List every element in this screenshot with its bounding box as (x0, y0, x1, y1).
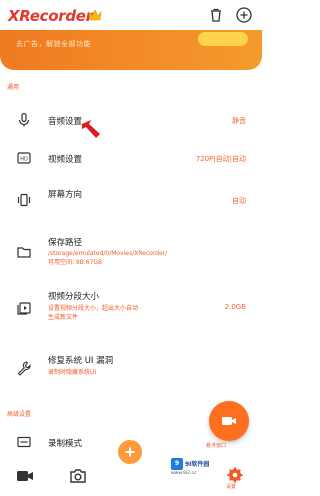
setting-segment-size-title: 视频分段大小 (48, 292, 100, 302)
setting-fix-system-ui[interactable]: 修复系统 UI 漏洞 录制时隐藏系统UI (0, 352, 262, 382)
promo-banner[interactable]: 去广告，解锁全部功能 (0, 30, 262, 70)
crown-icon[interactable] (88, 9, 102, 21)
red-arrow-pointer (82, 120, 100, 138)
app-title: XRecorder (8, 7, 93, 25)
top-bar: XRecorder (0, 0, 262, 32)
banner-button[interactable] (198, 32, 248, 46)
video-split-icon (17, 302, 31, 315)
folder-icon (17, 247, 31, 258)
setting-segment-size-desc1: 设置视频分段大小，超出大小自动 (48, 305, 139, 312)
record-button[interactable] (118, 440, 142, 464)
record-mode-icon (17, 436, 31, 448)
setting-save-path-path: /storage/emulated/0/Movies/XRecorder/ (48, 250, 168, 257)
screen-rotation-icon (17, 193, 31, 207)
section-advanced: 高级设置 (7, 411, 32, 418)
svg-text:HD: HD (20, 157, 28, 163)
setting-audio-title: 音频设置 (48, 117, 83, 127)
floating-window-button[interactable] (209, 401, 249, 441)
settings-icon[interactable] (226, 466, 244, 484)
setting-segment-size-desc2: 生成新文件 (48, 314, 79, 321)
camera-icon[interactable] (69, 468, 87, 484)
camera-fab-icon (222, 417, 236, 425)
setting-video-title: 视频设置 (48, 155, 83, 165)
video-icon[interactable] (16, 469, 34, 483)
setting-fix-system-ui-desc: 录制时隐藏系统UI (48, 369, 97, 376)
nav-settings-label: 设置 (226, 484, 237, 490)
trash-icon[interactable] (207, 6, 225, 24)
watermark-text: 9I软件园 (185, 461, 210, 468)
watermark: 9 9I软件园 www.9i2.cc (171, 458, 219, 480)
setting-orientation-title: 屏幕方向 (48, 190, 83, 200)
record-icon (125, 447, 135, 457)
setting-fix-system-ui-title: 修复系统 UI 漏洞 (48, 356, 114, 366)
fab-label: 悬浮窗口 (206, 443, 227, 449)
add-icon[interactable] (235, 6, 253, 24)
setting-video[interactable]: HD 视频设置 720P|自动|自动 (0, 146, 262, 170)
watermark-badge: 9 (171, 458, 183, 470)
setting-video-value: 720P|自动|自动 (195, 155, 246, 163)
setting-save-path-title: 保存路径 (48, 238, 83, 248)
setting-save-path[interactable]: 保存路径 /storage/emulated/0/Movies/XRecorde… (0, 232, 262, 272)
wrench-icon (17, 361, 31, 376)
setting-segment-size-value: 2.0GB (224, 303, 246, 311)
microphone-icon (18, 112, 30, 127)
hd-icon: HD (17, 152, 31, 164)
setting-audio-value: 静音 (232, 117, 246, 125)
setting-orientation[interactable]: 屏幕方向 自动 (0, 184, 262, 216)
setting-orientation-value: 自动 (232, 197, 246, 205)
banner-text: 去广告，解锁全部功能 (16, 40, 91, 48)
setting-segment-size[interactable]: 视频分段大小 设置视频分段大小，超出大小自动 生成新文件 2.0GB (0, 288, 262, 332)
watermark-url: www.9i2.cc (171, 471, 197, 476)
section-general: 通用 (7, 84, 20, 91)
setting-save-path-space: 可用空间: 9B.67GB (48, 259, 103, 266)
setting-audio[interactable]: 音频设置 静音 (0, 108, 262, 132)
setting-record-mode-title: 录制模式 (48, 439, 83, 449)
